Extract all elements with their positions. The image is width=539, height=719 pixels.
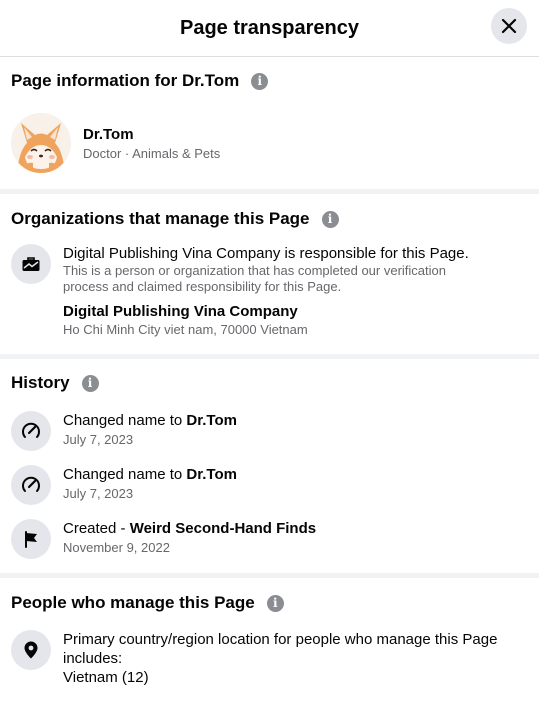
page-info-section: Page information for Dr.Tom i Dr.Tom Doc…	[0, 57, 539, 189]
organizations-section: Organizations that manage this Page i Di…	[0, 194, 539, 354]
history-date: July 7, 2023	[63, 432, 134, 447]
briefcase-icon	[11, 244, 51, 284]
close-icon	[501, 18, 517, 34]
history-section: History i Changed name to Dr.Tom July 7,…	[0, 359, 539, 573]
page-profile: Dr.Tom Doctor · Animals & Pets	[11, 113, 528, 173]
history-item: Changed name to Dr.Tom July 7, 2023	[11, 465, 528, 505]
history-subject: Dr.Tom	[186, 412, 237, 429]
history-subject: Weird Second-Hand Finds	[129, 520, 317, 537]
organizations-title: Organizations that manage this Page	[11, 209, 310, 228]
country-list: Vietnam (12)	[63, 669, 149, 686]
history-title: History	[11, 373, 70, 392]
dialog-header: Page transparency	[0, 0, 539, 57]
organization-address: Ho Chi Minh City viet nam, 70000 Vietnam	[63, 322, 308, 337]
history-date: November 9, 2022	[63, 540, 170, 555]
info-icon[interactable]: i	[81, 374, 99, 392]
history-action: Created -	[63, 520, 130, 537]
responsibility-statement: Digital Publishing Vina Company is respo…	[63, 245, 469, 262]
people-location-row: Primary country/region location for peop…	[11, 630, 528, 687]
close-button[interactable]	[491, 8, 527, 44]
organization-name: Digital Publishing Vina Company	[63, 303, 298, 320]
people-title: People who manage this Page	[11, 593, 255, 612]
info-icon[interactable]: i	[251, 72, 269, 90]
history-item: Created - Weird Second-Hand Finds Novemb…	[11, 519, 528, 559]
edit-icon	[11, 465, 51, 505]
page-info-title: Page information for Dr.Tom	[11, 71, 240, 90]
info-icon[interactable]: i	[266, 594, 284, 612]
avatar[interactable]	[11, 113, 71, 173]
history-subject: Dr.Tom	[186, 466, 237, 483]
info-icon[interactable]: i	[321, 210, 339, 228]
edit-icon	[11, 411, 51, 451]
people-section: People who manage this Page i Primary co…	[0, 578, 539, 703]
organization-row: Digital Publishing Vina Company is respo…	[11, 244, 528, 338]
history-date: July 7, 2023	[63, 486, 134, 501]
dialog-title: Page transparency	[180, 16, 359, 39]
history-action: Changed name to	[63, 466, 187, 483]
location-pin-icon	[11, 630, 51, 670]
location-description: Primary country/region location for peop…	[63, 631, 498, 667]
shiba-dog-icon	[11, 113, 71, 173]
page-name[interactable]: Dr.Tom	[83, 125, 220, 144]
flag-icon	[11, 519, 51, 559]
verification-description: This is a person or organization that ha…	[63, 263, 446, 294]
history-item: Changed name to Dr.Tom July 7, 2023	[11, 411, 528, 451]
history-action: Changed name to	[63, 412, 187, 429]
page-category: Doctor · Animals & Pets	[83, 145, 221, 161]
